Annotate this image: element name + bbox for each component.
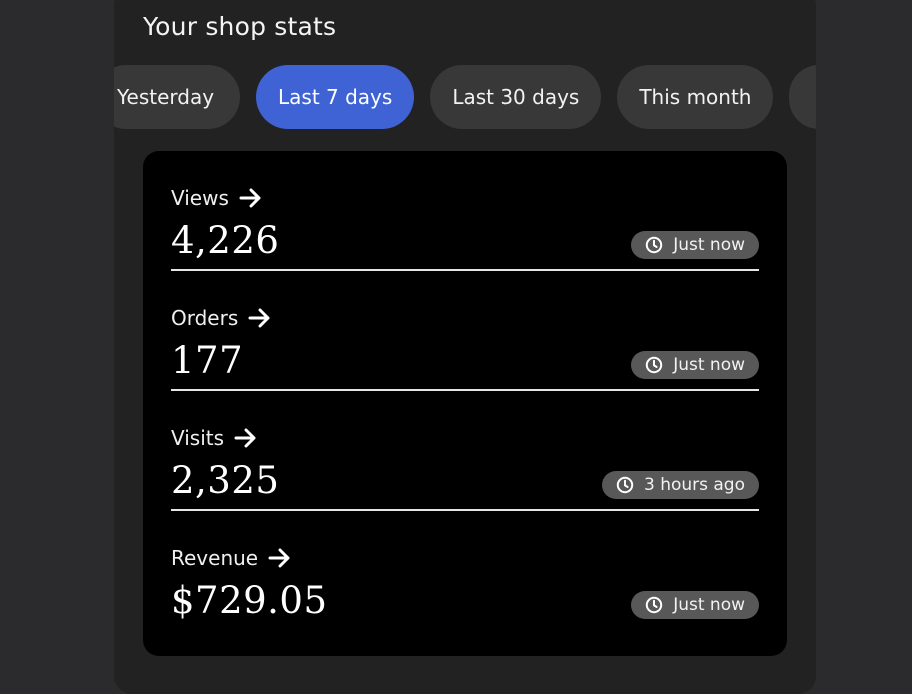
stat-label: Views xyxy=(171,186,229,210)
tab-label: Yesterday xyxy=(117,85,215,109)
stat-label: Orders xyxy=(171,306,239,330)
stat-row-views[interactable]: Views 4,226 Just now xyxy=(171,151,759,271)
date-range-tabs: Yesterday Last 7 days Last 30 days This … xyxy=(114,65,816,129)
stat-label: Visits xyxy=(171,426,225,450)
updated-text: 3 hours ago xyxy=(643,475,745,495)
tab-last-7-days[interactable]: Last 7 days xyxy=(256,65,415,129)
updated-badge: Just now xyxy=(631,591,759,619)
stat-value: 4,226 xyxy=(171,219,280,262)
tab-next-partial[interactable] xyxy=(789,65,816,129)
updated-text: Just now xyxy=(673,595,745,615)
stat-value: 2,325 xyxy=(171,459,280,502)
stat-row-revenue[interactable]: Revenue $729.05 Just now xyxy=(171,511,759,631)
clock-icon xyxy=(646,356,663,374)
clock-icon xyxy=(616,476,634,494)
updated-text: Just now xyxy=(673,235,745,255)
tab-label: Last 30 days xyxy=(452,85,580,109)
tab-label: Last 7 days xyxy=(278,85,393,109)
updated-text: Just now xyxy=(673,355,745,375)
updated-badge: Just now xyxy=(631,231,759,259)
stat-value: 177 xyxy=(171,339,244,382)
shop-stats-panel: Your shop stats Yesterday Last 7 days La… xyxy=(114,0,816,694)
tab-label: This month xyxy=(639,85,752,109)
stats-card: Views 4,226 Just now Orders 177 Just now xyxy=(143,151,787,656)
updated-badge: 3 hours ago xyxy=(601,471,759,499)
tab-yesterday[interactable]: Yesterday xyxy=(114,65,240,129)
tab-this-month[interactable]: This month xyxy=(617,65,774,129)
tab-last-30-days[interactable]: Last 30 days xyxy=(430,65,602,129)
stat-label: Revenue xyxy=(171,546,259,570)
stat-row-visits[interactable]: Visits 2,325 3 hours ago xyxy=(171,391,759,511)
arrow-right-icon xyxy=(248,308,270,328)
arrow-right-icon xyxy=(239,188,261,208)
clock-icon xyxy=(646,596,663,614)
stat-row-orders[interactable]: Orders 177 Just now xyxy=(171,271,759,391)
page-title: Your shop stats xyxy=(143,12,337,41)
stat-value: $729.05 xyxy=(171,579,328,622)
updated-badge: Just now xyxy=(631,351,759,379)
clock-icon xyxy=(646,236,663,254)
arrow-right-icon xyxy=(234,428,256,448)
arrow-right-icon xyxy=(268,548,290,568)
